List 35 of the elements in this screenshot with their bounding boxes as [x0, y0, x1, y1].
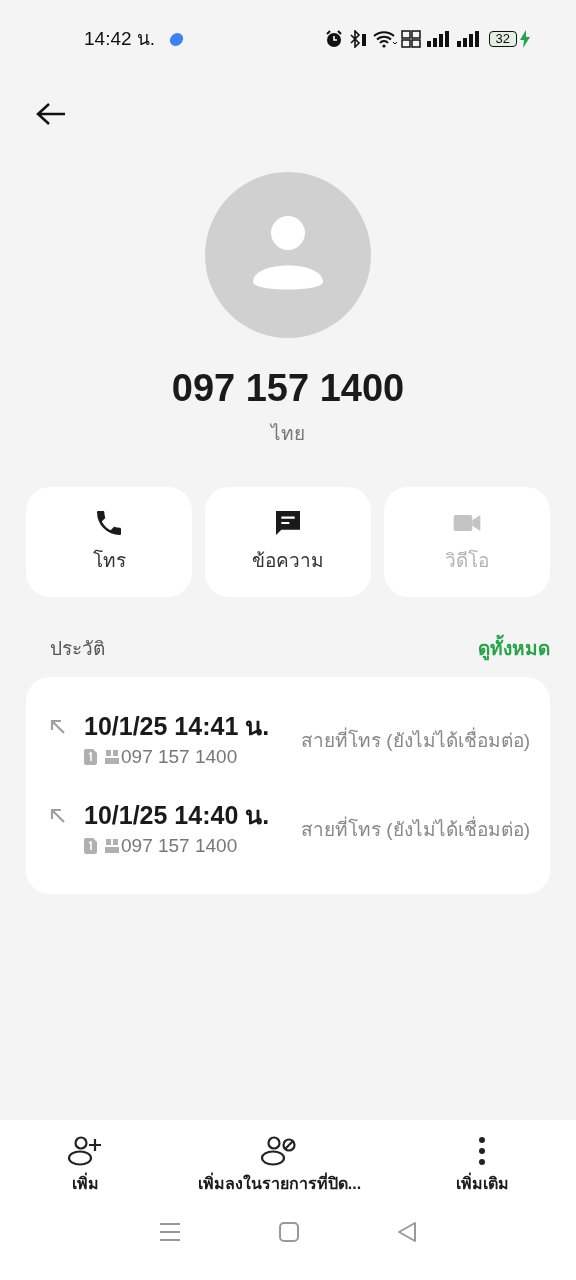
- block-contact-icon: [261, 1136, 298, 1166]
- outgoing-call-icon: [50, 719, 66, 735]
- add-action-button[interactable]: เพิ่ม: [59, 1136, 112, 1196]
- avatar-placeholder-icon: [205, 172, 371, 338]
- back-arrow-icon[interactable]: [36, 102, 66, 126]
- wifi-icon: [372, 30, 397, 48]
- signal-icon: [456, 31, 481, 47]
- call-status: สายที่โทร (ยังไม่ได้เชื่อมต่อ): [301, 815, 530, 842]
- app-notification-icon: [169, 31, 185, 47]
- call-number: 097 157 1400: [121, 745, 238, 769]
- home-button-icon[interactable]: [279, 1222, 299, 1242]
- block-action-button[interactable]: เพิ่มลงในรายการที่ปิด...: [189, 1136, 370, 1196]
- outgoing-call-icon: [50, 807, 66, 824]
- call-number: 097 157 1400: [121, 833, 238, 858]
- more-options-icon: [478, 1136, 487, 1166]
- bluetooth-icon: [348, 30, 367, 48]
- more-action-button[interactable]: เพิ่มเติม: [447, 1136, 517, 1196]
- region-label: ไทย: [271, 422, 305, 446]
- call-time: 10/1/25 14:40 น.: [84, 799, 270, 830]
- call-status: สายที่โทร (ยังไม่ได้เชื่อมต่อ): [301, 727, 530, 756]
- call-button[interactable]: โทร: [26, 486, 192, 597]
- signal-icon: [426, 31, 451, 47]
- back-icon[interactable]: [397, 1222, 417, 1242]
- phone-number: 097 157 1400: [171, 366, 405, 411]
- add-contact-icon: [67, 1136, 104, 1166]
- sim-one-icon: [84, 749, 97, 766]
- history-heading: ประวัติ: [50, 636, 105, 661]
- charging-icon: [520, 30, 530, 48]
- battery-indicator: 32: [488, 31, 517, 47]
- menu-icon[interactable]: [159, 1222, 181, 1242]
- status-time: 14:42 น.: [84, 26, 156, 51]
- alarm-icon: [324, 30, 343, 48]
- message-button[interactable]: ข้อความ: [205, 486, 371, 597]
- call-time: 10/1/25 14:41 น.: [84, 711, 270, 741]
- sim-one-icon: [84, 837, 97, 854]
